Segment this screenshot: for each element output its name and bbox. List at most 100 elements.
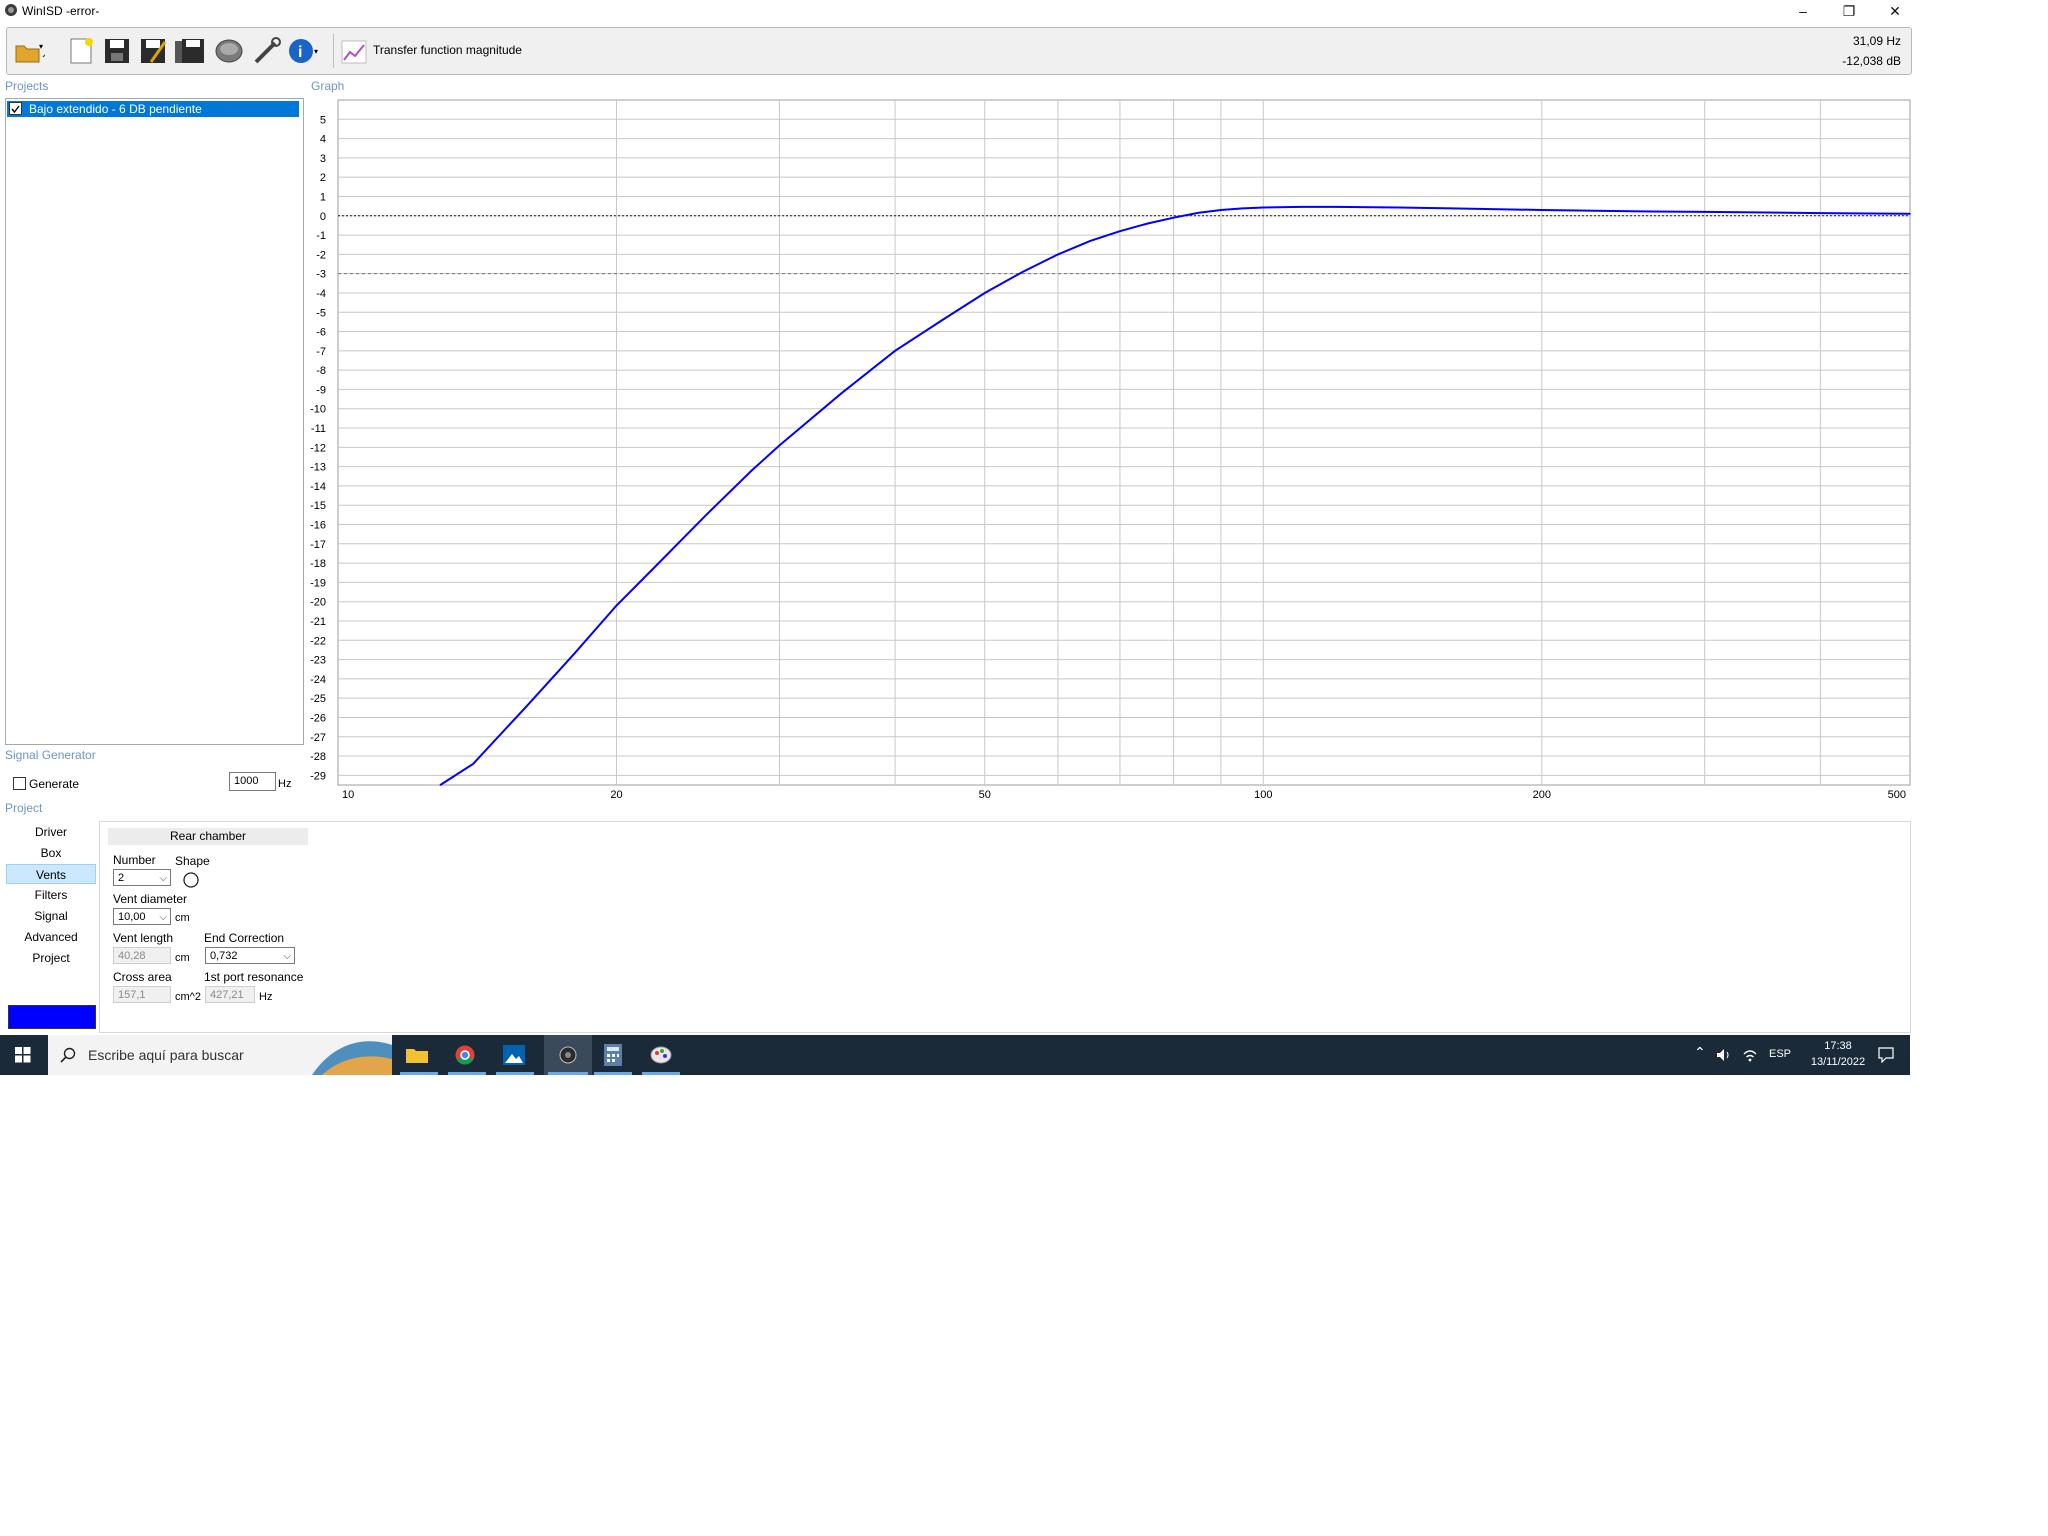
response-point (1220, 209, 1222, 211)
y-tick-label: -20 (310, 597, 326, 609)
x-tick-label: 100 (1254, 789, 1272, 801)
y-tick-label: -10 (310, 404, 326, 416)
vent-diameter-value: 10,00 (118, 911, 146, 923)
running-indicator (642, 1072, 680, 1075)
y-tick-label: -28 (310, 751, 326, 763)
y-tick-label: -3 (316, 269, 326, 281)
color-swatch[interactable] (8, 1005, 96, 1029)
frequency-input[interactable]: 1000 (229, 772, 276, 791)
running-indicator (400, 1072, 438, 1075)
response-point (1819, 212, 1822, 214)
y-tick-label: -19 (310, 577, 326, 589)
chevron-up-icon[interactable]: ⌃ (1694, 1044, 1706, 1061)
nav-advanced[interactable]: Advanced (6, 927, 96, 947)
language-indicator[interactable]: ESP (1769, 1048, 1791, 1060)
windows-start-icon[interactable] (15, 1047, 31, 1063)
number-select[interactable]: 2 ⌵ (113, 869, 171, 886)
search-highlight-image (312, 1041, 392, 1075)
end-correction-label: End Correction (204, 931, 285, 945)
chevron-down-icon: ⌵ (159, 912, 167, 923)
y-tick-label: -15 (310, 500, 326, 512)
response-point (1630, 210, 1633, 213)
taskbar-search-box[interactable]: Escribe aquí para buscar (48, 1035, 392, 1075)
y-tick-label: -9 (316, 384, 326, 396)
search-icon (60, 1047, 76, 1063)
winisd-taskbar-button[interactable] (544, 1035, 592, 1075)
nav-project[interactable]: Project (6, 948, 96, 968)
number-label: Number (113, 853, 156, 867)
y-tick-label: -18 (310, 558, 326, 570)
cross-area-label: Cross area (113, 970, 172, 984)
nav-driver[interactable]: Driver (6, 822, 96, 842)
wifi-icon[interactable] (1742, 1048, 1758, 1062)
x-tick-label: 10 (342, 789, 354, 801)
chevron-down-icon: ⌵ (159, 873, 167, 884)
notification-icon[interactable] (1878, 1047, 1894, 1063)
y-tick-label: -17 (310, 539, 326, 551)
x-tick-label: 20 (610, 789, 622, 801)
y-tick-label: -23 (310, 655, 326, 667)
x-tick-label: 500 (1888, 789, 1906, 801)
y-tick-label: 4 (320, 134, 326, 146)
volume-icon[interactable] (1716, 1048, 1732, 1062)
project-label: Project (5, 801, 43, 815)
winisd-icon (559, 1046, 577, 1064)
paint-icon[interactable] (650, 1045, 672, 1065)
y-tick-label: -24 (310, 674, 326, 686)
response-point (778, 444, 781, 447)
cross-area-unit: cm^2 (175, 991, 201, 1003)
clock-time[interactable]: 17:38 (1812, 1040, 1864, 1052)
y-tick-label: -26 (310, 712, 326, 724)
vent-diameter-unit: cm (175, 912, 190, 924)
response-point (1703, 211, 1706, 213)
running-indicator (594, 1072, 632, 1075)
search-placeholder: Escribe aquí para buscar (88, 1047, 244, 1063)
response-point (472, 762, 475, 765)
y-tick-label: -13 (310, 462, 326, 474)
taskbar: Escribe aquí para buscar ⌃ ESP 17:38 13/… (0, 1035, 1910, 1075)
response-point (840, 392, 843, 395)
round-shape-icon[interactable] (183, 872, 199, 888)
vent-length-label: Vent length (113, 931, 174, 945)
chevron-down-icon: ⌵ (283, 951, 291, 962)
response-point (1300, 206, 1303, 208)
y-tick-label: -1 (316, 230, 326, 242)
nav-filters[interactable]: Filters (6, 885, 96, 905)
running-indicator (548, 1072, 588, 1075)
photos-icon[interactable] (503, 1045, 525, 1065)
chrome-icon[interactable] (455, 1045, 475, 1065)
frequency-value: 1000 (234, 775, 259, 787)
y-tick-label: -8 (316, 365, 326, 377)
y-tick-label: 2 (320, 172, 326, 184)
rear-chamber-tab[interactable]: Rear chamber (108, 828, 308, 845)
vents-panel (99, 821, 1911, 1033)
y-tick-label: -5 (316, 307, 326, 319)
clock-date[interactable]: 13/11/2022 (1800, 1056, 1876, 1068)
y-tick-label: 0 (320, 211, 326, 223)
x-tick-label: 200 (1533, 789, 1551, 801)
y-tick-label: -14 (310, 481, 326, 493)
frequency-unit: Hz (278, 778, 292, 790)
signal-generator-label: Signal Generator (5, 748, 96, 762)
generate-checkbox[interactable] (13, 777, 26, 790)
response-point (1172, 216, 1175, 219)
response-point (1909, 213, 1911, 215)
y-tick-label: -4 (316, 288, 326, 300)
vent-diameter-select[interactable]: 10,00 ⌵ (113, 908, 171, 925)
nav-signal[interactable]: Signal (6, 906, 96, 926)
end-correction-select[interactable]: 0,732 ⌵ (205, 947, 295, 964)
response-point (1335, 206, 1338, 208)
response-point (1057, 253, 1059, 256)
nav-box[interactable]: Box (6, 843, 96, 863)
frequency-response-chart[interactable]: 543210-1-2-3-4-5-6-7-8-9-10-11-12-13-14-… (0, 0, 2048, 820)
file-explorer-icon[interactable] (405, 1045, 429, 1065)
y-tick-label: -29 (310, 770, 326, 782)
calculator-icon[interactable] (604, 1044, 622, 1066)
response-point (1022, 270, 1024, 273)
y-tick-label: -7 (316, 346, 326, 358)
response-point (1241, 207, 1244, 210)
y-tick-label: -12 (310, 442, 326, 454)
x-tick-label: 50 (979, 789, 991, 801)
response-point (941, 319, 944, 321)
nav-vents[interactable]: Vents (6, 864, 96, 884)
